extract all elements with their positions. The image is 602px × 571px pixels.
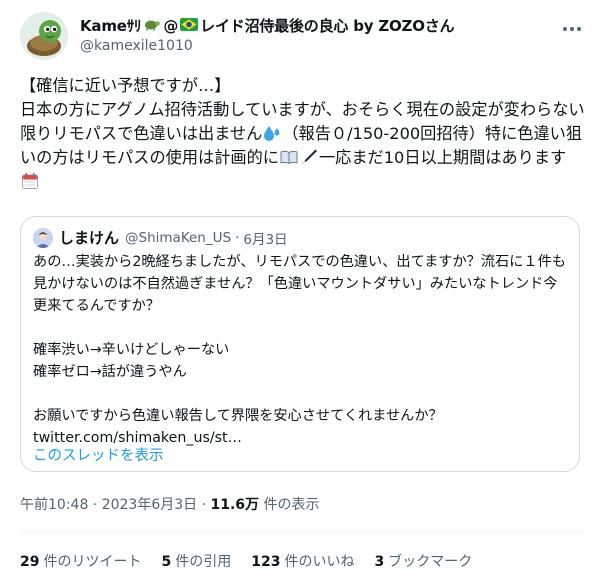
likes-label: 件のいいね xyxy=(284,554,355,570)
author-display-name-part2[interactable]: @ xyxy=(163,17,178,35)
turtle-icon xyxy=(143,16,161,35)
quoted-author-handle[interactable]: @ShimaKen_US xyxy=(125,230,231,246)
bookmarks-stat[interactable]: 3 ブックマーク xyxy=(374,551,472,571)
quoted-meta-separator: · xyxy=(235,229,240,246)
more-options-button[interactable] xyxy=(560,14,584,38)
quoted-tweet[interactable]: しまけん @ShimaKen_US · 6月3日 あの…実装から2晩経ちましたが… xyxy=(20,216,580,472)
engagement-stats: 29 件のリツイート 5 件の引用 123 件のいいね 3 ブックマーク xyxy=(20,551,492,571)
author-handle[interactable]: @kamexile1010 xyxy=(80,38,193,54)
likes-stat[interactable]: 123 件のいいね xyxy=(251,551,354,571)
stats-divider xyxy=(20,531,585,532)
quoted-author-avatar[interactable] xyxy=(33,227,53,248)
brazil-flag-icon xyxy=(180,16,199,35)
quoted-tweet-body: あの…実装から2晩経ちましたが、リモパスでの色違い、出てますか？流石に１件も見か… xyxy=(33,251,567,449)
fountain-pen-icon xyxy=(300,148,318,166)
author-display-name-part3[interactable]: レイド沼侍最後の良心 by ZOZOさん xyxy=(200,15,454,36)
tweet-timestamp[interactable]: 午前10:48 · 2023年6月3日 · xyxy=(20,497,211,513)
retweets-label: 件のリツイート xyxy=(43,554,142,570)
quoted-tweet-header: しまけん @ShimaKen_US · 6月3日 xyxy=(33,227,288,248)
bookmarks-label: ブックマーク xyxy=(388,554,473,570)
more-dots-icon xyxy=(562,17,582,36)
tweet-text: 【確信に近い予想ですが…】 日本の方にアグノム招待活動していますが、おそらく現在… xyxy=(20,74,585,194)
author-name-row[interactable]: Kameｻﾘ @ レイド沼侍最後の良心 by ZOZOさん xyxy=(80,15,542,36)
tweet-text-part3: 一応まだ10日以上期間はあります xyxy=(319,148,567,167)
bookmarks-count: 3 xyxy=(374,554,385,570)
author-avatar[interactable] xyxy=(20,12,68,60)
sweat-droplets-icon xyxy=(263,124,281,142)
quotes-label: 件の引用 xyxy=(175,554,232,570)
quotes-count: 5 xyxy=(161,554,172,570)
open-book-icon xyxy=(280,148,298,166)
author-display-name-part1[interactable]: Kameｻﾘ xyxy=(80,15,142,36)
calendar-icon xyxy=(21,172,39,190)
show-thread-link[interactable]: このスレッドを表示 xyxy=(33,444,164,465)
retweets-count: 29 xyxy=(20,554,40,570)
quoted-tweet-date[interactable]: 6月3日 xyxy=(243,228,287,248)
tweet-timestamp-row: 午前10:48 · 2023年6月3日 · 11.6万 件の表示 xyxy=(20,494,320,514)
retweets-stat[interactable]: 29 件のリツイート xyxy=(20,551,141,571)
views-label: 件の表示 xyxy=(259,497,320,513)
likes-count: 123 xyxy=(251,554,281,570)
quoted-tweet-text: あの…実装から2晩経ちましたが、リモパスでの色違い、出てますか？流石に１件も見か… xyxy=(33,254,566,424)
quotes-stat[interactable]: 5 件の引用 xyxy=(161,551,231,571)
quoted-author-name[interactable]: しまけん xyxy=(59,227,119,248)
views-count: 11.6万 xyxy=(210,497,260,513)
